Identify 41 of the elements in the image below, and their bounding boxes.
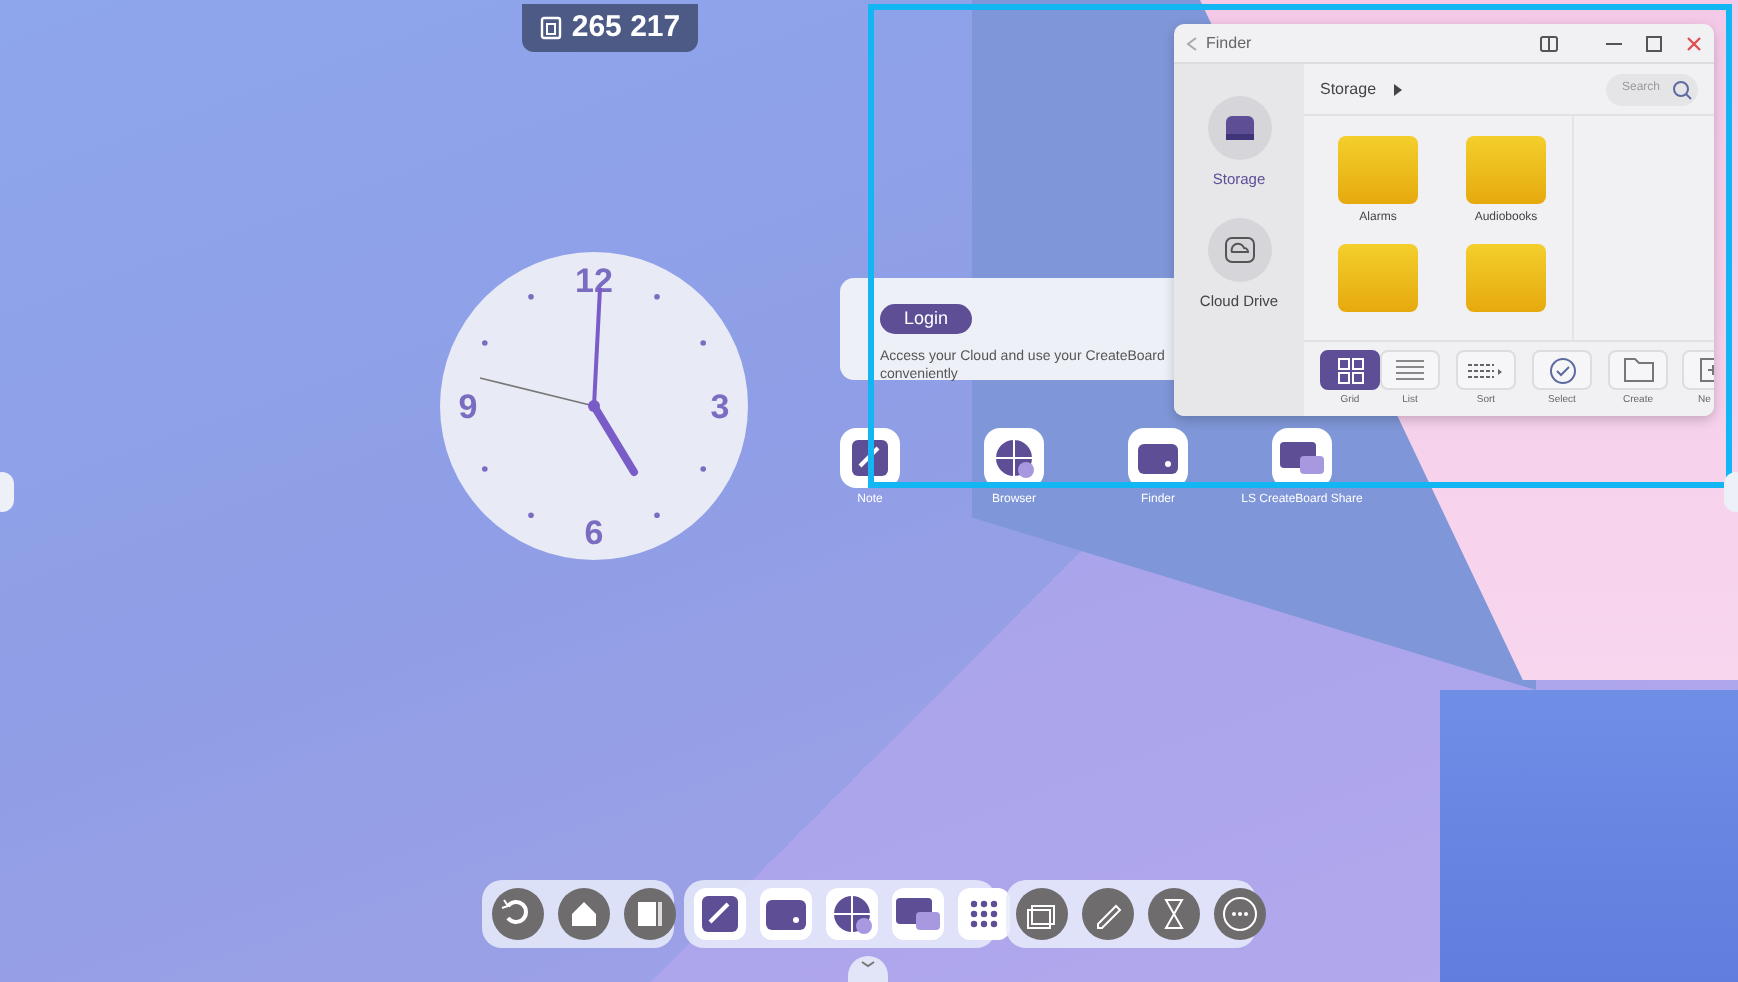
clock-numeral: 6: [584, 514, 604, 552]
sort-icon: [1468, 363, 1504, 377]
screen-share-icon[interactable]: [892, 888, 944, 940]
search-icon: [1672, 79, 1692, 99]
create-button[interactable]: [1608, 350, 1668, 390]
maximize-icon[interactable]: [1646, 35, 1662, 51]
chevron-down-icon: [858, 956, 878, 972]
counter-value: 265 217: [571, 7, 681, 48]
globe-icon[interactable]: [826, 888, 878, 940]
close-icon[interactable]: [1686, 35, 1702, 51]
select-button[interactable]: [1532, 350, 1592, 390]
more-icon[interactable]: [1214, 888, 1266, 940]
back-icon[interactable]: [492, 888, 544, 940]
login-button[interactable]: Login: [880, 304, 973, 334]
split-view-icon[interactable]: [1540, 35, 1558, 51]
window-switch-icon[interactable]: [624, 888, 676, 940]
breadcrumb-path[interactable]: Storage: [1320, 77, 1377, 101]
document-icon: [539, 16, 562, 40]
grid-button[interactable]: [1320, 350, 1380, 390]
window-title: Finder: [1206, 31, 1254, 55]
home-icon[interactable]: [558, 888, 610, 940]
app-grid-icon[interactable]: [958, 888, 1010, 940]
caret-icon[interactable]: [1392, 83, 1405, 95]
clock-numeral: 9: [458, 388, 478, 426]
hour-hand: [590, 402, 638, 476]
storage-drive-icon: [1207, 96, 1271, 160]
checkmark-circle-icon: [1549, 357, 1575, 383]
sort-button[interactable]: [1456, 350, 1516, 390]
folder-icon[interactable]: [760, 888, 812, 940]
cloud-drive-icon: [1207, 218, 1271, 283]
pencil-icon[interactable]: [1082, 888, 1134, 940]
list-view-icon: [1396, 360, 1424, 380]
grid-view-icon: [1337, 357, 1363, 383]
windows-icon[interactable]: [1016, 888, 1068, 940]
dock-toggle[interactable]: [848, 956, 888, 982]
folder-add-icon: [1623, 358, 1653, 382]
note-icon[interactable]: [694, 888, 746, 940]
clock-numeral: 3: [710, 388, 730, 426]
hourglass-icon[interactable]: [1148, 888, 1200, 940]
list-button[interactable]: [1380, 350, 1440, 390]
clock-numeral: 12: [575, 262, 613, 300]
